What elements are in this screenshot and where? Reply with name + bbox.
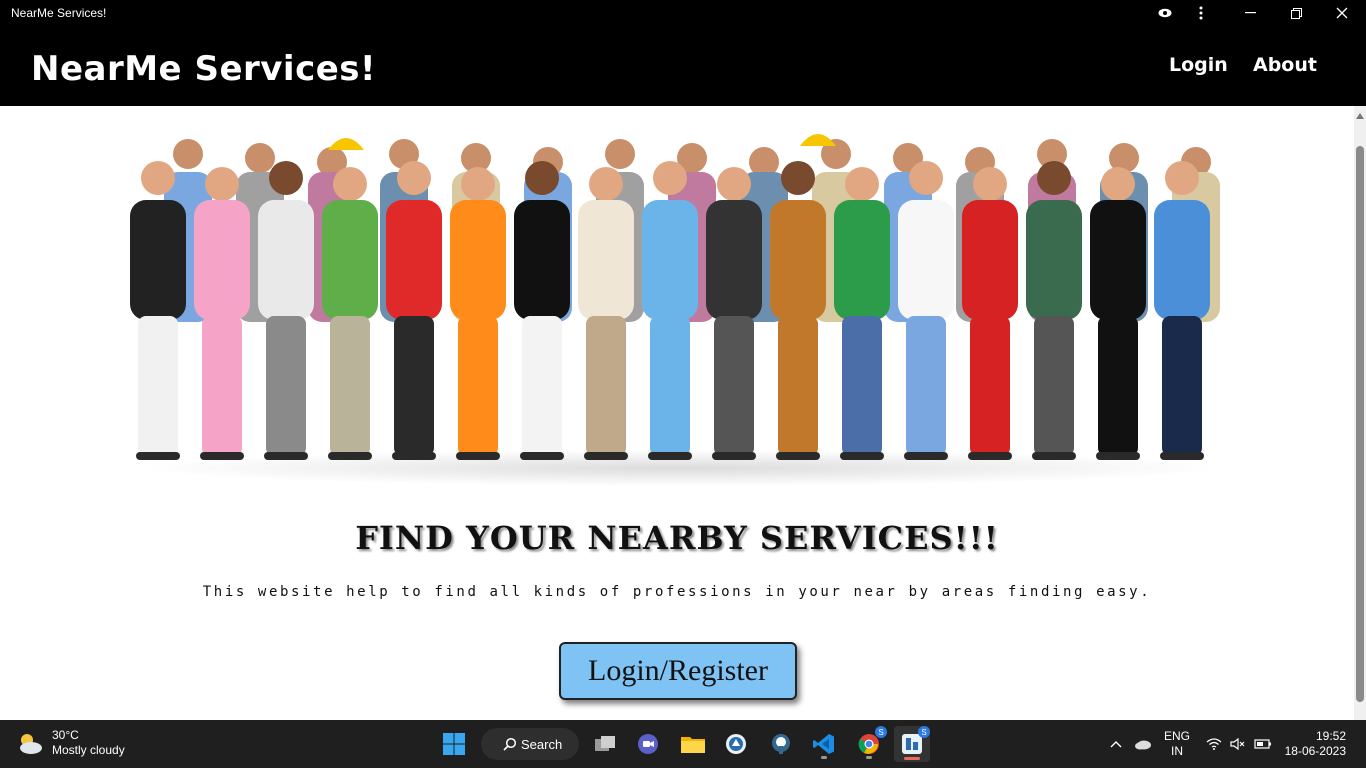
brand-logo-text[interactable]: NearMe Services! — [31, 49, 376, 89]
clock[interactable]: 19:52 18-06-2023 — [1284, 729, 1346, 759]
battery-icon[interactable] — [1254, 720, 1272, 768]
page-tagline: This website help to find all kinds of p… — [202, 584, 1152, 600]
more-options-icon[interactable] — [1181, 0, 1221, 26]
show-hidden-icons-chevron-icon[interactable] — [1110, 720, 1122, 768]
taskbar-search-box[interactable]: Search — [481, 728, 579, 760]
nav-about-link[interactable]: About — [1253, 54, 1317, 76]
scroll-up-arrow-icon[interactable] — [1356, 112, 1364, 120]
group-of-professionals-image — [118, 116, 1242, 490]
vertical-scrollbar[interactable] — [1354, 106, 1366, 720]
search-label: Search — [521, 736, 563, 752]
close-icon[interactable] — [1322, 0, 1362, 26]
eye-icon[interactable] — [1145, 0, 1185, 26]
wifi-icon[interactable] — [1206, 720, 1222, 768]
svg-text:S: S — [921, 728, 926, 737]
language-code: ENG — [1164, 729, 1191, 743]
app-icon[interactable] — [718, 726, 754, 762]
search-icon — [503, 737, 517, 751]
start-icon[interactable] — [436, 726, 472, 762]
scrollbar-thumb[interactable] — [1356, 146, 1364, 702]
nav-login-link[interactable]: Login — [1169, 54, 1228, 76]
clock-time: 19:52 — [1315, 729, 1346, 743]
window-title-bar: NearMe Services! — [0, 0, 1366, 26]
app-badge-icon: S — [918, 726, 930, 738]
weather-temp: 30°C — [52, 728, 79, 742]
file-explorer-icon[interactable] — [675, 726, 711, 762]
region-code: IN — [1171, 744, 1183, 758]
main-content: FIND YOUR NEARBY SERVICES!!! This websit… — [0, 106, 1354, 720]
page-headline: FIND YOUR NEARBY SERVICES!!! — [355, 519, 999, 557]
postgres-icon[interactable] — [763, 726, 799, 762]
chrome-icon[interactable]: S — [851, 726, 887, 762]
navbar: NearMe Services! Login About — [0, 26, 1366, 106]
vscode-icon[interactable] — [806, 726, 842, 762]
window-title: NearMe Services! — [11, 6, 107, 20]
weather-widget[interactable]: 30°C Mostly cloudy — [16, 728, 125, 758]
meet-icon[interactable] — [630, 726, 666, 762]
task-view-icon[interactable] — [587, 726, 623, 762]
onedrive-cloud-icon[interactable] — [1134, 720, 1152, 768]
cloud-sun-icon — [20, 734, 42, 754]
clock-date: 18-06-2023 — [1284, 744, 1346, 758]
weather-condition: Mostly cloudy — [52, 743, 125, 757]
windows-taskbar: 30°C Mostly cloudy Search S S ENG IN 19:… — [0, 720, 1366, 768]
language-indicator[interactable]: ENG IN — [1164, 729, 1190, 759]
minimize-icon[interactable] — [1230, 0, 1270, 26]
volume-muted-icon[interactable] — [1230, 720, 1246, 768]
chrome-badge-icon: S — [875, 726, 887, 738]
svg-text:S: S — [878, 728, 883, 737]
restore-icon[interactable] — [1276, 0, 1316, 26]
login-register-button[interactable]: Login/Register — [559, 642, 797, 700]
app-active-icon[interactable]: S — [894, 726, 930, 762]
